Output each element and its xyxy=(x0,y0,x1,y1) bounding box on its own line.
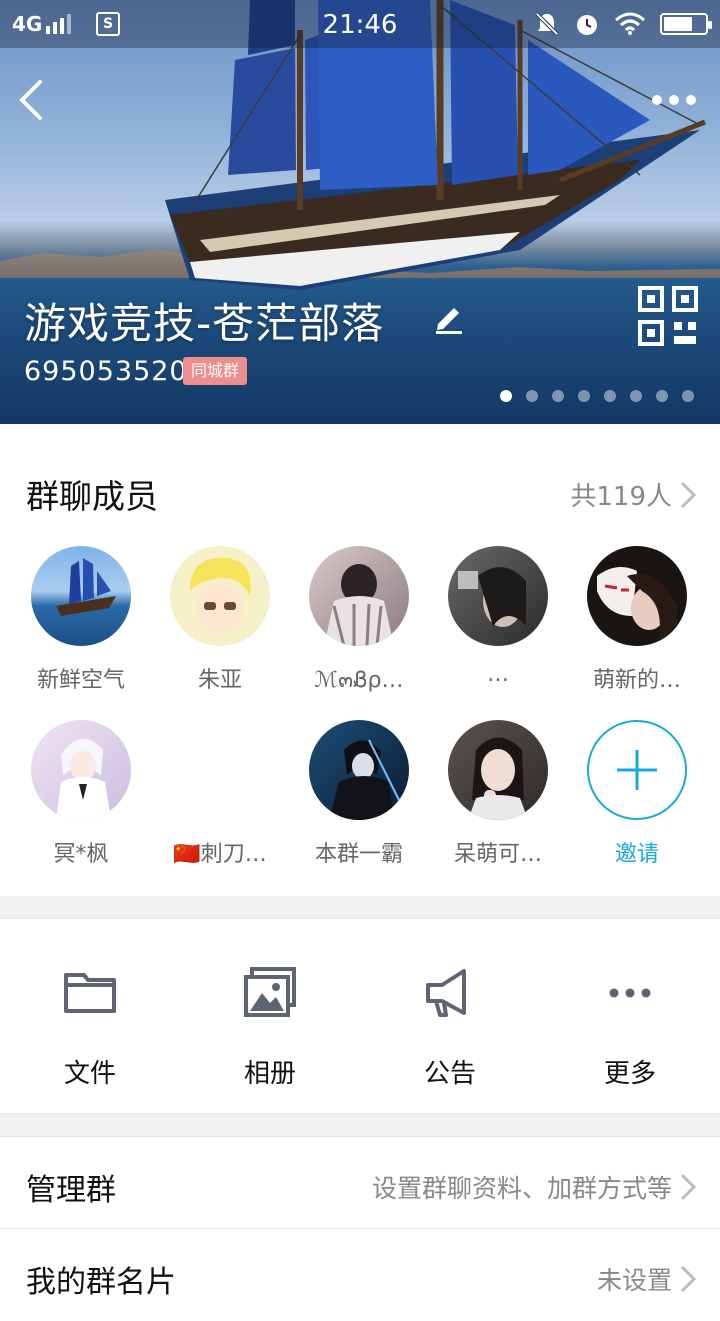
group-tools: 文件 相册 公告 更多 xyxy=(0,918,720,1114)
avatar xyxy=(587,546,687,646)
dot xyxy=(652,95,662,105)
chevron-right-icon xyxy=(680,1265,696,1293)
carousel-dot[interactable] xyxy=(630,390,642,402)
member-name: … xyxy=(487,662,509,687)
member-item[interactable]: 呆萌可… xyxy=(428,720,568,868)
carousel-dot[interactable] xyxy=(552,390,564,402)
avatar xyxy=(448,546,548,646)
battery-level xyxy=(664,17,692,31)
member-item[interactable]: 新鲜空气 xyxy=(11,546,151,694)
manage-group-label: 管理群 xyxy=(26,1173,116,1208)
wifi-icon xyxy=(615,12,645,35)
folder-icon xyxy=(64,973,116,1013)
tool-label: 更多 xyxy=(603,1059,656,1089)
tool-label: 公告 xyxy=(423,1059,476,1089)
carousel-dot[interactable] xyxy=(682,390,694,402)
avatar xyxy=(31,546,131,646)
more-dots-icon xyxy=(609,988,651,998)
member-name: 萌新的… xyxy=(592,668,681,693)
megaphone-icon xyxy=(426,969,466,1017)
avatar xyxy=(309,546,409,646)
invite-label: 邀请 xyxy=(614,842,659,867)
tool-more[interactable]: 更多 xyxy=(540,919,720,1115)
carousel-dot[interactable] xyxy=(604,390,616,402)
member-name: 呆萌可… xyxy=(453,842,542,867)
member-item[interactable]: 冥*枫 xyxy=(11,720,151,868)
tool-announcement[interactable]: 公告 xyxy=(360,919,540,1115)
member-name: 朱亚 xyxy=(197,668,242,693)
avatar xyxy=(170,720,270,820)
status-bar: 4G S 21:46 xyxy=(0,0,720,48)
carousel-dot[interactable] xyxy=(578,390,590,402)
dot xyxy=(669,95,679,105)
members-count-link[interactable]: 共119人 xyxy=(570,476,696,513)
member-item[interactable]: 朱亚 xyxy=(150,546,290,694)
carousel-dot[interactable] xyxy=(500,390,512,402)
chevron-right-icon xyxy=(680,481,696,508)
member-name: 新鲜空气 xyxy=(36,668,125,693)
tool-files[interactable]: 文件 xyxy=(0,919,180,1115)
tool-label: 文件 xyxy=(63,1059,116,1089)
member-name: 🇨🇳刺刀… xyxy=(173,842,267,867)
member-item[interactable]: 🇨🇳刺刀… xyxy=(150,720,290,868)
member-name: 本群一霸 xyxy=(314,842,403,867)
carousel-dot[interactable] xyxy=(656,390,668,402)
invite-member-button[interactable]: 邀请 xyxy=(567,720,707,868)
manage-group-value: 设置群聊资料、加群方式等 xyxy=(371,1174,672,1203)
back-arrow-icon[interactable] xyxy=(14,78,54,122)
avatar xyxy=(309,720,409,820)
group-card-row[interactable]: 我的群名片 未设置 xyxy=(0,1228,720,1321)
more-menu-button[interactable] xyxy=(652,90,702,110)
group-card-hint: 未设置 xyxy=(597,1261,696,1297)
dot xyxy=(686,95,696,105)
qr-code-icon[interactable] xyxy=(638,286,698,346)
group-card-label: 我的群名片 xyxy=(26,1265,176,1300)
member-item[interactable]: 本群一霸 xyxy=(289,720,429,868)
members-count: 共119人 xyxy=(570,482,672,512)
status-icons xyxy=(534,10,712,38)
avatar xyxy=(170,546,270,646)
manage-group-hint: 设置群聊资料、加群方式等 xyxy=(372,1169,696,1205)
member-item[interactable]: … xyxy=(428,546,568,687)
city-group-badge: 同城群 xyxy=(183,357,248,385)
members-title: 群聊成员 xyxy=(26,477,158,516)
avatar xyxy=(448,720,548,820)
member-item[interactable]: ℳ๓Ᏸρ… xyxy=(289,546,429,697)
chevron-right-icon xyxy=(680,1173,696,1201)
manage-group-row[interactable]: 管理群 设置群聊资料、加群方式等 xyxy=(0,1136,720,1229)
add-icon xyxy=(587,720,687,820)
bell-muted-icon xyxy=(535,12,559,36)
tool-album[interactable]: 相册 xyxy=(180,919,360,1115)
tool-label: 相册 xyxy=(243,1059,296,1089)
carousel-indicator[interactable] xyxy=(500,390,694,402)
group-card-value: 未设置 xyxy=(596,1266,672,1295)
member-name: 冥*枫 xyxy=(53,842,109,867)
album-icon xyxy=(244,967,296,1017)
alarm-icon xyxy=(577,15,597,35)
member-name: ℳ๓Ᏸρ… xyxy=(314,668,404,693)
avatar xyxy=(31,720,131,820)
members-section: 群聊成员 共119人 新鲜空气 朱亚 ℳ๓Ᏸρ… … 萌新的… 冥*枫 🇨🇳刺刀… xyxy=(0,424,720,896)
group-id: 695053520 xyxy=(24,356,188,387)
group-name: 游戏竞技-苍茫部落 xyxy=(24,299,385,348)
carousel-dot[interactable] xyxy=(526,390,538,402)
edit-pencil-icon[interactable] xyxy=(432,300,466,334)
member-item[interactable]: 萌新的… xyxy=(567,546,707,694)
group-cover[interactable]: 4G S 21:46 游戏竞技-苍茫部落 695053520 同城群 xyxy=(0,0,720,424)
battery-charging-icon xyxy=(660,13,712,35)
